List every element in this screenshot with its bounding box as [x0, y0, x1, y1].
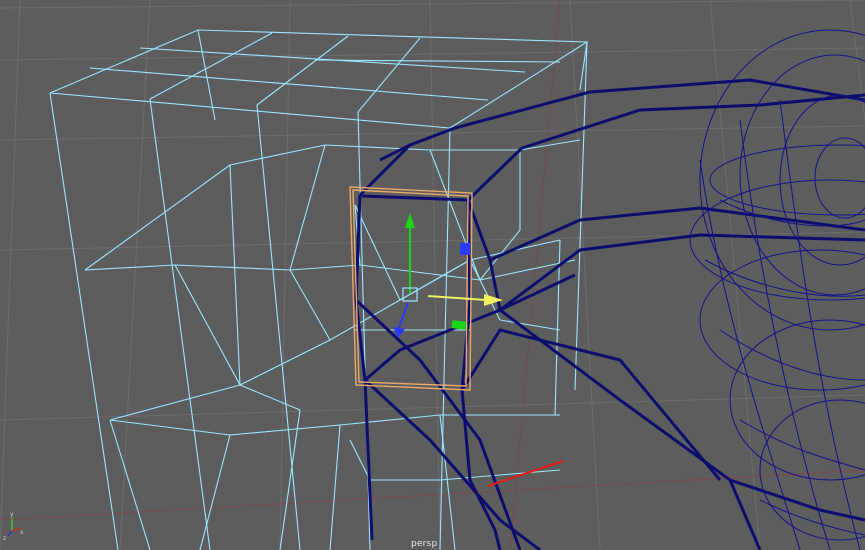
- move-z-plane-handle[interactable]: [460, 243, 470, 255]
- svg-text:z: z: [3, 535, 6, 542]
- perspective-viewport[interactable]: y x z persp: [0, 0, 865, 550]
- camera-name-label: persp: [411, 539, 438, 549]
- view-axis-indicator: y x z: [3, 511, 24, 542]
- x-axis-marker: [487, 460, 564, 487]
- svg-text:x: x: [20, 529, 24, 536]
- svg-text:y: y: [10, 511, 14, 518]
- move-x-axis[interactable]: [427, 295, 487, 301]
- lattice-deformer[interactable]: [49, 29, 589, 550]
- move-y-arrow[interactable]: [405, 213, 415, 228]
- move-z-axis[interactable]: [397, 302, 409, 331]
